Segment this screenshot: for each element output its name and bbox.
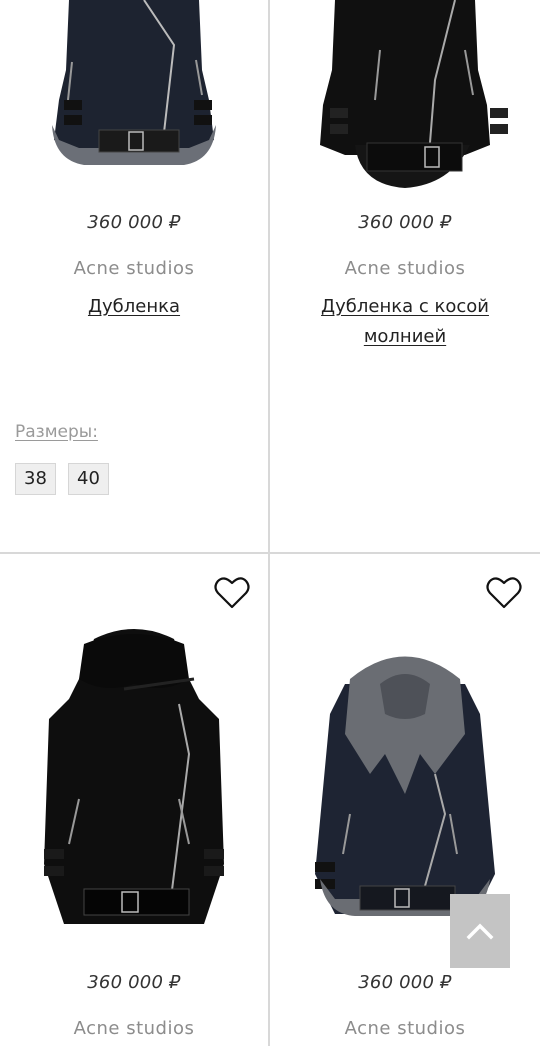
product-brand: Acne studios xyxy=(344,1018,466,1039)
scroll-to-top-button[interactable] xyxy=(450,894,510,968)
product-image[interactable] xyxy=(0,624,268,954)
product-brand: Acne studios xyxy=(344,258,466,279)
product-price: 360 000 ₽ xyxy=(358,972,452,993)
size-option-40[interactable]: 40 xyxy=(68,463,109,495)
product-card[interactable]: 360 000 ₽ Acne studios Дубленка Размеры:… xyxy=(0,0,268,552)
chevron-up-icon xyxy=(466,923,494,940)
product-card[interactable]: 360 000 ₽ Acne studios Дубленка с косой … xyxy=(270,0,540,552)
product-brand: Acne studios xyxy=(73,258,195,279)
product-grid: 360 000 ₽ Acne studios Дубленка Размеры:… xyxy=(0,0,540,1046)
size-option-38[interactable]: 38 xyxy=(15,463,56,495)
heart-outline-icon[interactable] xyxy=(486,576,522,610)
product-image[interactable] xyxy=(0,0,268,195)
heart-outline-icon[interactable] xyxy=(214,576,250,610)
product-price: 360 000 ₽ xyxy=(87,212,181,233)
sizes-label: Размеры: xyxy=(15,422,98,442)
product-price: 360 000 ₽ xyxy=(87,972,181,993)
product-image[interactable] xyxy=(270,0,540,195)
product-name-link[interactable]: Дубленка с косой молнией xyxy=(300,292,510,352)
product-price: 360 000 ₽ xyxy=(358,212,452,233)
product-name-link[interactable]: Дубленка xyxy=(30,292,238,322)
product-card[interactable]: 360 000 ₽ Acne studios xyxy=(0,554,268,1046)
product-brand: Acne studios xyxy=(73,1018,195,1039)
product-card[interactable]: 360 000 ₽ Acne studios xyxy=(270,554,540,1046)
